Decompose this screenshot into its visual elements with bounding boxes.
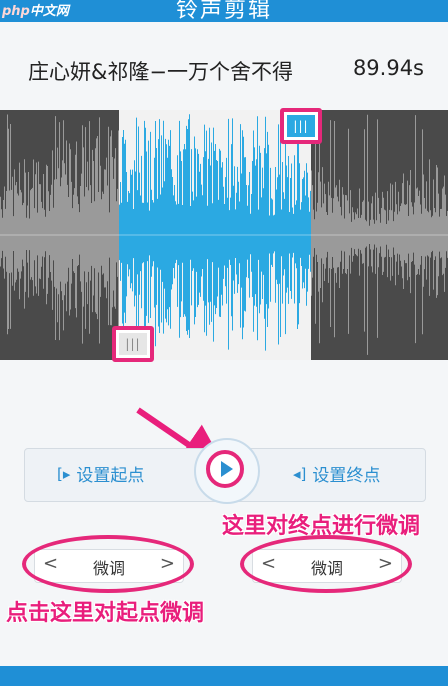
annotation-start-hint: 点击这里对起点微调 — [6, 601, 205, 626]
set-end-label: 设置终点 — [312, 466, 381, 486]
set-end-button[interactable]: ◂] 设置终点 — [293, 461, 381, 487]
set-end-icon: ◂] — [293, 464, 307, 483]
play-button[interactable] — [206, 450, 244, 488]
bottom-bar — [0, 666, 448, 686]
start-fine-highlight — [22, 535, 194, 593]
play-icon — [220, 461, 233, 477]
set-start-label: 设置起点 — [76, 466, 145, 486]
set-start-button[interactable]: [▸ 设置起点 — [57, 461, 145, 487]
end-fine-highlight — [240, 535, 412, 593]
set-start-icon: [▸ — [57, 464, 71, 483]
